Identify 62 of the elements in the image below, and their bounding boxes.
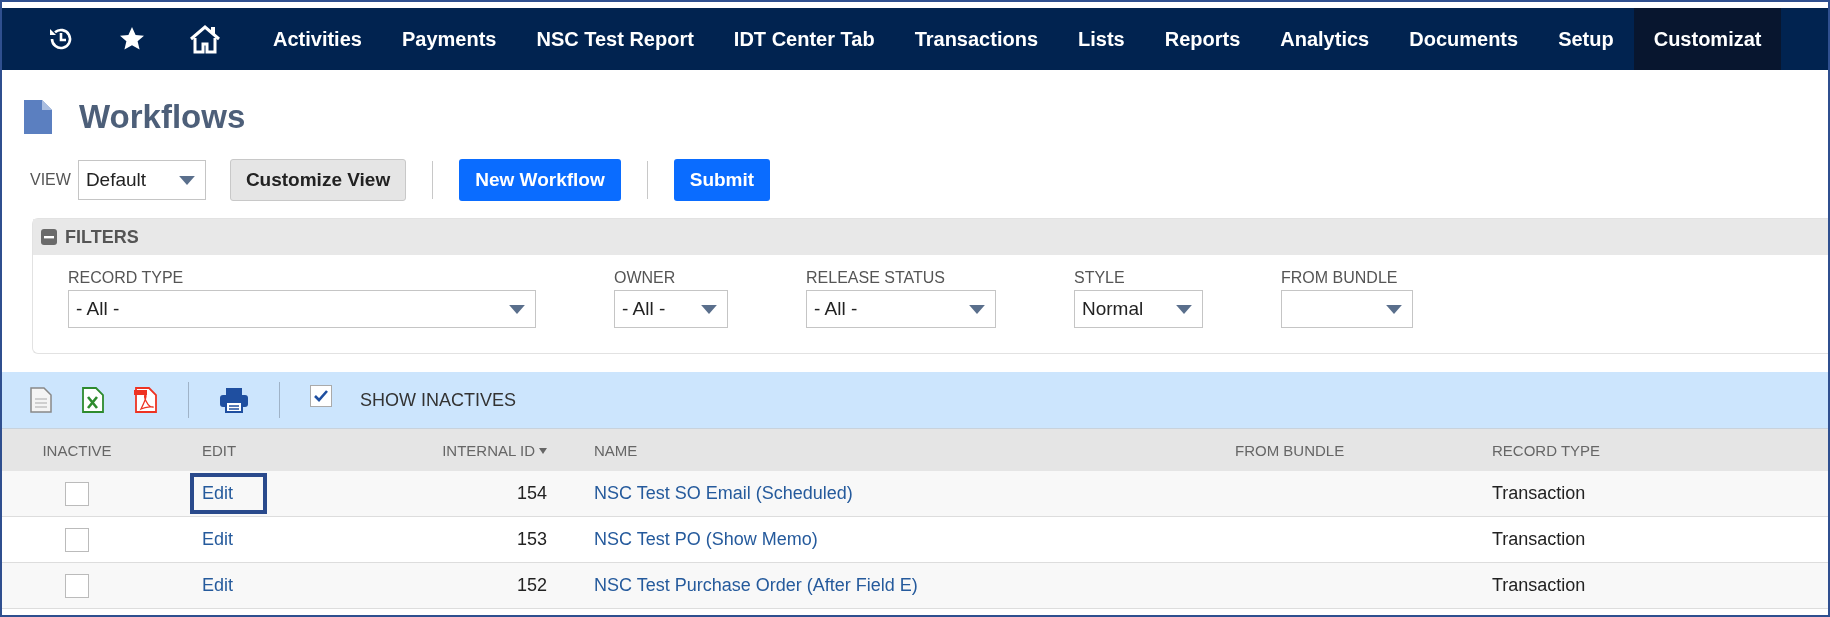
filters-title: FILTERS: [65, 226, 139, 248]
pdf-icon[interactable]: [134, 387, 158, 413]
nav-tab[interactable]: Lists: [1058, 8, 1145, 70]
edit-link[interactable]: Edit: [202, 529, 234, 550]
dropdown-arrow-icon: [1386, 304, 1402, 314]
column-header[interactable]: INACTIVE: [42, 441, 112, 459]
action-button[interactable]: Submit: [673, 159, 771, 201]
dropdown-arrow-icon: [509, 304, 525, 314]
nav-tab[interactable]: Reports: [1144, 8, 1261, 70]
nav-tab[interactable]: Payments: [381, 8, 517, 70]
table-cell: Transaction: [1492, 483, 1586, 504]
page-title: Workflows: [79, 98, 246, 136]
show-inactives-label: SHOW INACTIVES: [360, 389, 516, 411]
table-cell: Transaction: [1492, 575, 1586, 596]
dropdown-arrow-icon: [701, 304, 717, 314]
filter-select[interactable]: - All -: [806, 290, 996, 328]
checkbox[interactable]: [310, 385, 332, 407]
nav-tab[interactable]: IDT Center Tab: [713, 8, 895, 70]
view-label: VIEW: [30, 171, 71, 189]
sort-arrow-icon: [539, 448, 547, 454]
table-cell: 153: [516, 529, 547, 550]
dropdown-arrow-icon: [969, 304, 985, 314]
column-header[interactable]: INTERNAL ID: [442, 441, 535, 459]
action-button[interactable]: Customize View: [229, 159, 407, 201]
document-icon: [24, 100, 52, 134]
filter-select[interactable]: - All -: [68, 290, 536, 328]
table-cell: 154: [516, 483, 547, 504]
home-icon[interactable]: [189, 24, 221, 54]
filter-label: RELEASE STATUS: [806, 269, 946, 287]
checkmark-icon: [313, 388, 329, 404]
spreadsheet-icon[interactable]: [82, 387, 104, 413]
collapse-icon[interactable]: [41, 229, 57, 245]
dropdown-arrow-icon: [1176, 304, 1192, 314]
nav-tab[interactable]: Documents: [1389, 8, 1539, 70]
filter-label: OWNER: [614, 269, 677, 287]
nav-tab[interactable]: NSC Test Report: [516, 8, 714, 70]
edit-link[interactable]: Edit: [202, 575, 234, 596]
filter-label: RECORD TYPE: [68, 269, 185, 287]
print-icon[interactable]: [219, 387, 249, 413]
column-header[interactable]: EDIT: [202, 441, 237, 459]
nav-tab[interactable]: Setup: [1538, 8, 1634, 70]
document-export-icon[interactable]: [30, 387, 52, 413]
table-cell: 152: [516, 575, 547, 596]
table-cell: Transaction: [1492, 529, 1586, 550]
nav-tab[interactable]: Analytics: [1260, 8, 1390, 70]
view-select[interactable]: Default: [77, 160, 206, 200]
column-header[interactable]: FROM BUNDLE: [1235, 441, 1345, 459]
dropdown-arrow-icon: [178, 175, 195, 185]
workflow-link[interactable]: NSC Test Purchase Order (After Field E): [594, 575, 918, 596]
nav-tab[interactable]: Transactions: [894, 8, 1058, 70]
star-icon[interactable]: [118, 25, 146, 53]
action-button[interactable]: New Workflow: [459, 159, 621, 201]
filter-select[interactable]: - All -: [614, 290, 728, 328]
column-header[interactable]: NAME: [594, 441, 638, 459]
filter-label: FROM BUNDLE: [1281, 269, 1399, 287]
nav-tab[interactable]: Activities: [253, 8, 382, 70]
workflow-link[interactable]: NSC Test SO Email (Scheduled): [594, 483, 853, 504]
workflow-link[interactable]: NSC Test PO (Show Memo): [594, 529, 818, 550]
filter-label: STYLE: [1074, 269, 1126, 287]
nav-tab[interactable]: Customizat: [1633, 8, 1782, 70]
filter-select[interactable]: Normal: [1074, 290, 1203, 328]
column-header[interactable]: RECORD TYPE: [1492, 441, 1601, 459]
